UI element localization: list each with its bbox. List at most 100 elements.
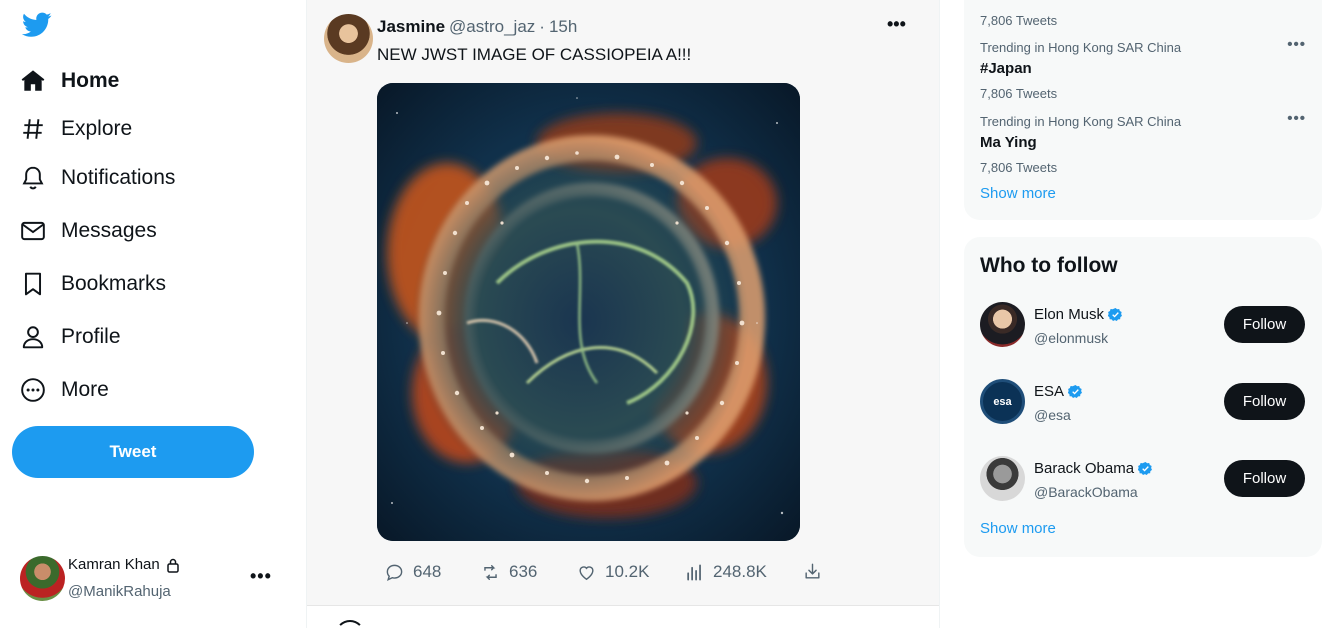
suggestion-name-row: ESA [1034, 383, 1083, 400]
share-button[interactable] [803, 562, 831, 581]
nav-explore[interactable]: Explore [20, 109, 132, 149]
trend-menu-icon[interactable]: ••• [1287, 110, 1306, 127]
suggestion-name: ESA [1034, 383, 1065, 400]
nebula-image [377, 83, 800, 541]
bell-icon [20, 165, 46, 191]
tweet-author-handle[interactable]: @astro_jaz [449, 17, 535, 37]
suggestion-handle: @elonmusk [1034, 330, 1109, 346]
left-sidebar: Home Explore Notifications Messages Book [0, 0, 306, 628]
nav-bookmarks-label: Bookmarks [61, 272, 167, 295]
more-circle-icon [20, 377, 46, 403]
follow-button[interactable]: Follow [1224, 460, 1305, 497]
nav-explore-label: Explore [61, 117, 133, 140]
tweet-button[interactable]: Tweet [12, 426, 254, 478]
suggestion-handle: @BarackObama [1034, 484, 1138, 500]
views-button[interactable]: 248.8K [685, 562, 767, 582]
trend-context: Trending in Hong Kong SAR China [980, 40, 1182, 55]
suggestion-handle: @esa [1034, 407, 1071, 423]
tweet-text: NEW JWST IMAGE OF CASSIOPEIA A!!! [377, 45, 692, 64]
nav-messages[interactable]: Messages [20, 211, 157, 251]
like-button[interactable]: 10.2K [577, 562, 649, 582]
next-tweet-peek[interactable] [307, 606, 939, 628]
esa-logo-text: esa [993, 395, 1012, 408]
who-to-follow-panel: Who to follow Elon Musk @elonmusk Follow… [964, 237, 1322, 557]
trend-count: 7,806 Tweets [980, 13, 1058, 28]
right-sidebar: 7,806 Tweets Trending in Hong Kong SAR C… [964, 0, 1322, 628]
follow-button[interactable]: Follow [1224, 306, 1305, 343]
follow-show-more-link[interactable]: Show more [980, 520, 1056, 537]
verified-badge-icon [1138, 461, 1153, 476]
trend-menu-icon[interactable]: ••• [1287, 36, 1306, 53]
nav-bookmarks[interactable]: Bookmarks [20, 264, 166, 304]
home-icon [20, 68, 46, 94]
retweet-count: 636 [509, 562, 538, 581]
reply-count: 648 [413, 562, 442, 581]
follow-suggestion[interactable]: Elon Musk @elonmusk Follow [980, 302, 1306, 354]
follow-button[interactable]: Follow [1224, 383, 1305, 420]
nav-home[interactable]: Home [20, 61, 119, 101]
person-icon [20, 324, 46, 350]
nav-home-label: Home [61, 69, 120, 92]
avatar [20, 556, 65, 601]
avatar [335, 620, 365, 628]
trend-count: 7,806 Tweets [980, 160, 1058, 175]
lock-icon [166, 557, 180, 573]
esa-logo: esa [980, 379, 1025, 424]
trend-title: Ma Ying [980, 134, 1037, 151]
nav-more[interactable]: More [20, 370, 109, 410]
trend-item[interactable]: Trending in Hong Kong SAR China #Japan 7… [980, 36, 1306, 110]
verified-badge-icon [1108, 307, 1123, 322]
retweet-button[interactable]: 636 [481, 562, 537, 582]
nav-profile[interactable]: Profile [20, 317, 121, 357]
follow-suggestion[interactable]: Barack Obama @BarackObama Follow [980, 456, 1306, 508]
bookmark-icon [20, 271, 46, 297]
suggestion-name-row: Barack Obama [1034, 460, 1153, 477]
share-icon [805, 563, 820, 579]
avatar [980, 302, 1025, 347]
tweet-card[interactable]: Jasmine @astro_jaz · 15h ••• NEW JWST IM… [307, 0, 939, 606]
envelope-icon [20, 218, 46, 244]
nav-more-label: More [61, 378, 109, 401]
trends-show-more-link[interactable]: Show more [980, 185, 1056, 202]
suggestion-name: Barack Obama [1034, 460, 1135, 477]
trends-panel: 7,806 Tweets Trending in Hong Kong SAR C… [964, 0, 1322, 220]
tweet-header: Jasmine @astro_jaz · 15h [377, 17, 577, 37]
suggestion-name-row: Elon Musk [1034, 306, 1123, 323]
nav-notifications[interactable]: Notifications [20, 158, 175, 198]
nav-notifications-label: Notifications [61, 166, 176, 189]
twitter-logo-icon[interactable] [22, 12, 52, 38]
tweet-separator: · [539, 17, 545, 36]
verified-badge-icon [1068, 384, 1083, 399]
hash-icon [20, 116, 46, 142]
account-handle: @ManikRahuja [68, 583, 171, 600]
avatar[interactable] [324, 14, 373, 63]
retweet-icon [484, 564, 497, 580]
timeline: Jasmine @astro_jaz · 15h ••• NEW JWST IM… [306, 0, 940, 628]
who-to-follow-title: Who to follow [980, 254, 1118, 277]
analytics-icon [687, 564, 701, 580]
nav-messages-label: Messages [61, 219, 157, 242]
trend-item[interactable]: Trending in Hong Kong SAR China Ma Ying … [980, 110, 1306, 184]
like-count: 10.2K [605, 562, 650, 581]
tweet-time[interactable]: 15h [549, 17, 577, 37]
view-count: 248.8K [713, 562, 767, 581]
account-name-row: Kamran Khan [68, 556, 180, 573]
trend-context: Trending in Hong Kong SAR China [980, 114, 1182, 129]
heart-icon [579, 565, 594, 580]
account-switcher[interactable]: Kamran Khan @ManikRahuja ••• [20, 554, 290, 602]
trend-count: 7,806 Tweets [980, 86, 1058, 101]
account-menu-icon[interactable]: ••• [250, 566, 272, 587]
tweet-menu-icon[interactable]: ••• [887, 14, 906, 35]
suggestion-name: Elon Musk [1034, 306, 1105, 323]
tweet-author-name[interactable]: Jasmine [377, 17, 445, 37]
account-name: Kamran Khan [68, 556, 160, 573]
nav-profile-label: Profile [61, 325, 121, 348]
trend-title: #Japan [980, 60, 1032, 77]
follow-suggestion[interactable]: esa ESA @esa Follow [980, 379, 1306, 431]
tweet-actions: 648 636 10.2K 248.8K [385, 562, 825, 586]
reply-icon [386, 564, 403, 581]
reply-button[interactable]: 648 [385, 562, 441, 582]
twitter-page: Home Explore Notifications Messages Book [0, 0, 1344, 628]
avatar [980, 456, 1025, 501]
tweet-image[interactable] [377, 83, 800, 541]
